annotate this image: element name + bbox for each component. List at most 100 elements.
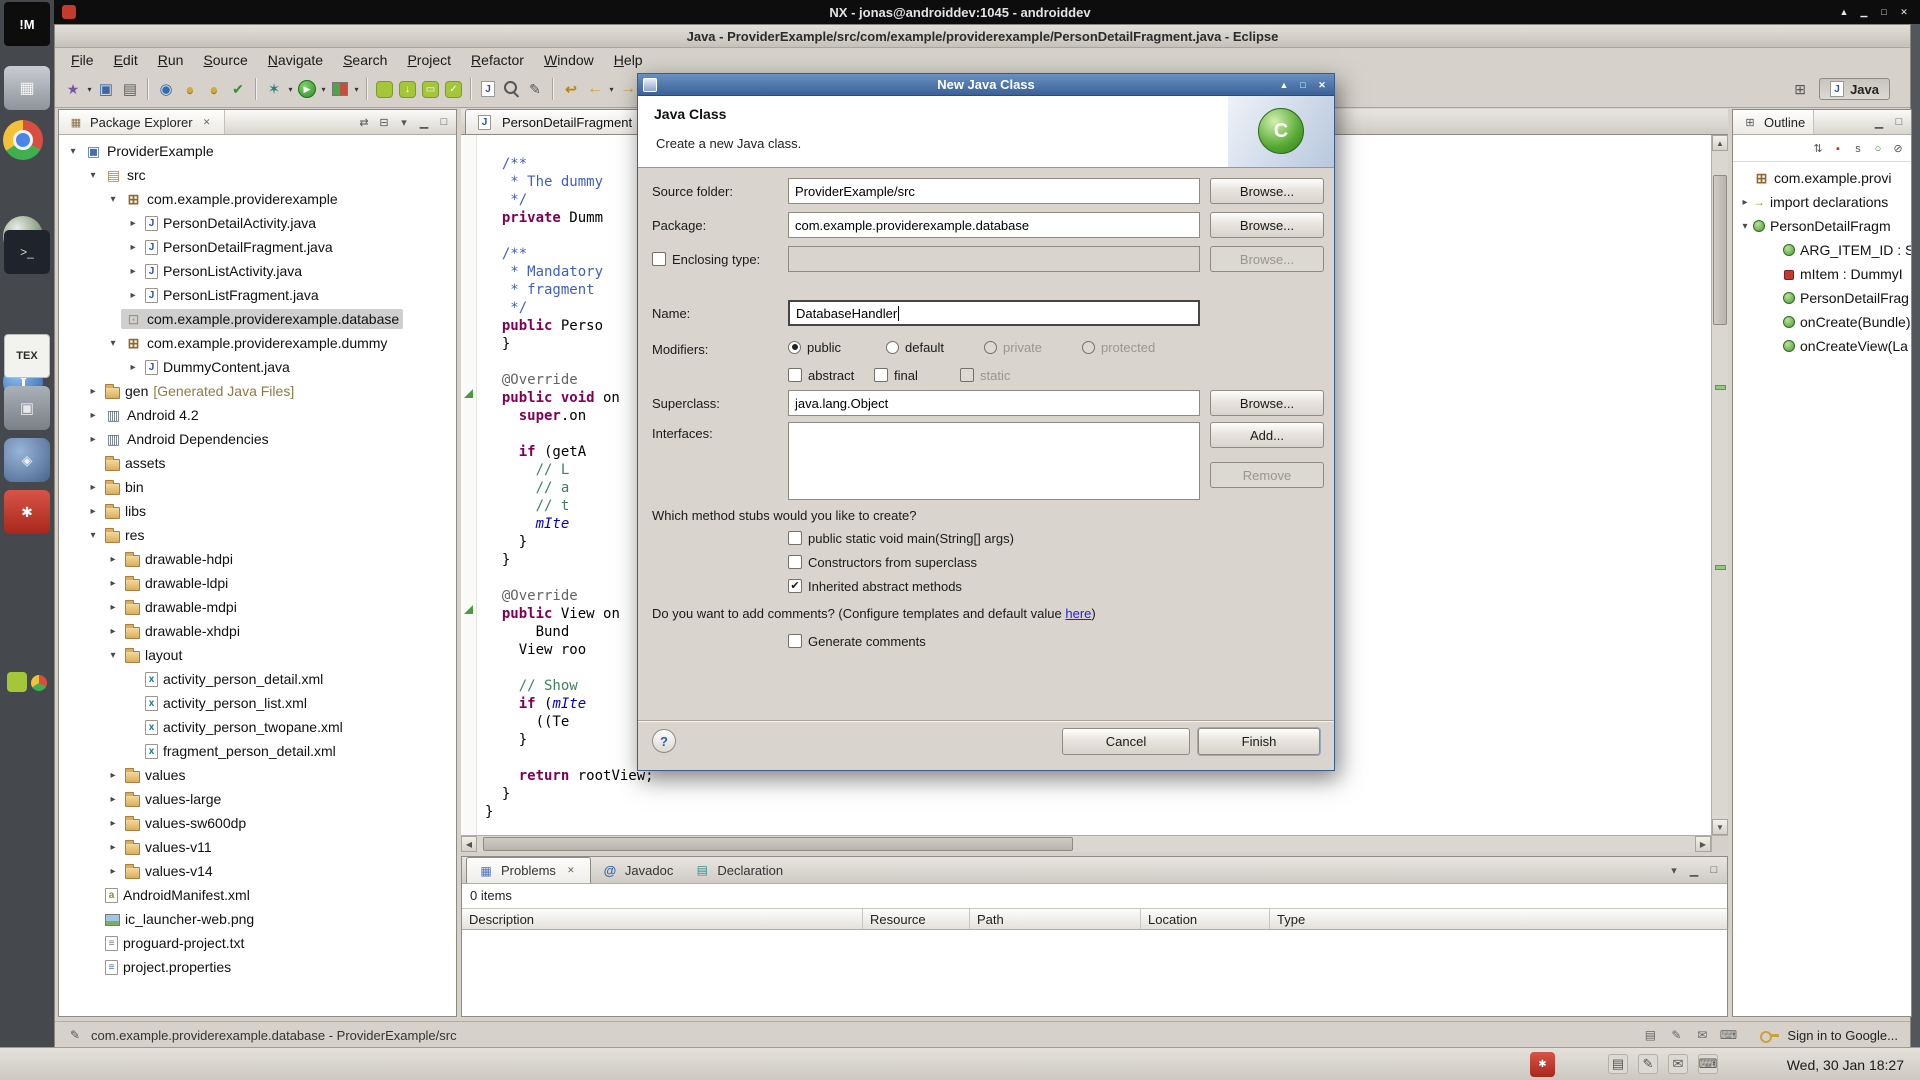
red-app-icon[interactable] — [4, 490, 50, 534]
expander-icon[interactable]: ▸ — [85, 434, 101, 445]
java-perspective-button[interactable]: Java — [1819, 78, 1890, 100]
superclass-input[interactable]: java.lang.Object — [788, 390, 1200, 416]
tree-item[interactable]: com.example.providerexample.database — [59, 307, 456, 331]
modifier-radio[interactable]: default — [886, 338, 984, 356]
override-marker-icon[interactable] — [464, 605, 473, 614]
column-header[interactable]: Location — [1141, 909, 1270, 929]
tree-item[interactable]: ▾ com.example.providerexample — [59, 187, 456, 211]
dropdown-caret-icon[interactable] — [319, 85, 328, 94]
bottom-view-tab[interactable]: Problems — [466, 857, 591, 883]
new-android-project-icon[interactable] — [376, 81, 393, 98]
save-icon[interactable] — [94, 77, 118, 101]
bottom-view-tab[interactable]: Javadoc — [591, 857, 683, 883]
expander-icon[interactable]: ▸ — [105, 626, 121, 637]
hide-non-public-members-icon[interactable] — [1869, 140, 1887, 158]
code-view[interactable]: /** * The dummy */ private Dumm /** * Ma… — [477, 135, 654, 835]
dialog-close-button[interactable] — [1314, 77, 1330, 93]
hide-local-types-icon[interactable] — [1889, 140, 1907, 158]
tree-item[interactable]: ▸ PersonDetailFragment.java — [59, 235, 456, 259]
verify-icon[interactable] — [226, 77, 250, 101]
scroll-down-icon[interactable] — [1712, 819, 1728, 835]
sign-in-google-button[interactable]: Sign in to Google... — [1760, 1028, 1898, 1043]
clock[interactable]: Wed, 30 Jan 18:27 — [1787, 1048, 1904, 1080]
print-icon[interactable] — [118, 77, 142, 101]
outline-item[interactable]: ▾ PersonDetailFragm — [1733, 214, 1911, 238]
override-marker-icon[interactable] — [464, 389, 473, 398]
scroll-up-icon[interactable] — [1712, 135, 1728, 151]
tray-icon-1[interactable] — [1608, 1054, 1628, 1074]
menu-item[interactable]: File — [61, 50, 104, 70]
tree-item[interactable]: ▸ PersonDetailActivity.java — [59, 211, 456, 235]
tree-item[interactable]: assets — [59, 451, 456, 475]
open-type-icon[interactable] — [481, 81, 495, 97]
tree-item[interactable]: ▸ values-large — [59, 787, 456, 811]
expander-icon[interactable]: ▸ — [85, 386, 101, 397]
interfaces-list[interactable] — [788, 422, 1200, 500]
expander-icon[interactable]: ▾ — [105, 650, 121, 661]
menu-item[interactable]: Navigate — [258, 50, 333, 70]
modifier-checkbox[interactable]: static — [960, 366, 1046, 384]
maximize-view-icon[interactable] — [435, 113, 453, 131]
overview-marker[interactable] — [1715, 385, 1726, 390]
tree-item[interactable]: ▸ drawable-ldpi — [59, 571, 456, 595]
modifier-radio[interactable]: private — [984, 338, 1082, 356]
chrome-browser-icon[interactable] — [3, 120, 43, 160]
tab-person-detail-fragment[interactable]: PersonDetailFragment — [465, 109, 645, 134]
browse-superclass-button[interactable]: Browse... — [1210, 390, 1324, 416]
tree-item[interactable]: ▸ values — [59, 763, 456, 787]
dropdown-caret-icon[interactable] — [352, 85, 361, 94]
expander-icon[interactable]: ▸ — [105, 794, 121, 805]
expander-icon[interactable]: ▾ — [105, 338, 121, 349]
column-header[interactable]: Type — [1270, 909, 1729, 929]
expander-icon[interactable]: ▾ — [85, 170, 101, 181]
edit-mode-icon[interactable] — [1668, 1027, 1684, 1043]
hide-fields-icon[interactable] — [1829, 140, 1847, 158]
source-folder-input[interactable]: ProviderExample/src — [788, 178, 1200, 204]
view-menu-icon[interactable] — [1665, 861, 1683, 879]
back-icon[interactable] — [583, 77, 607, 101]
tray-icon-2[interactable] — [1638, 1054, 1658, 1074]
expander-icon[interactable]: ▸ — [105, 554, 121, 565]
menu-item[interactable]: Edit — [104, 50, 148, 70]
expander-icon[interactable]: ▸ — [125, 362, 141, 373]
minimize-view-icon[interactable] — [1870, 113, 1888, 131]
column-header[interactable]: Description — [462, 909, 863, 929]
hide-static-members-icon[interactable] — [1849, 140, 1867, 158]
expander-icon[interactable]: ▸ — [105, 578, 121, 589]
tree-item[interactable]: ▸ bin — [59, 475, 456, 499]
package-input[interactable]: com.example.providerexample.database — [788, 212, 1200, 238]
browse-package-button[interactable]: Browse... — [1210, 212, 1324, 238]
tree-item[interactable]: ▸ DummyContent.java — [59, 355, 456, 379]
outline-item[interactable]: ▸ import declarations — [1733, 190, 1911, 214]
menu-item[interactable]: Search — [333, 50, 397, 70]
export-db-icon[interactable] — [178, 77, 202, 101]
add-interface-button[interactable]: Add... — [1210, 422, 1324, 448]
red-app-taskbar-icon[interactable] — [1530, 1052, 1555, 1077]
tree-item[interactable]: ▾ res — [59, 523, 456, 547]
view-menu-icon[interactable] — [395, 113, 413, 131]
link-with-editor-icon[interactable] — [355, 113, 373, 131]
terminal-icon[interactable] — [4, 230, 50, 274]
expander-icon[interactable]: ▾ — [85, 530, 101, 541]
scroll-left-icon[interactable] — [461, 836, 477, 852]
tree-item[interactable]: fragment_person_detail.xml — [59, 739, 456, 763]
collapse-all-icon[interactable] — [375, 113, 393, 131]
menu-item[interactable]: Project — [397, 50, 461, 70]
tree-item[interactable]: ▸ PersonListFragment.java — [59, 283, 456, 307]
outline-item[interactable]: onCreateView(La ▲ — [1733, 334, 1911, 358]
minimize-view-icon[interactable] — [1685, 861, 1703, 879]
tree-item[interactable]: project.properties — [59, 955, 456, 979]
horizontal-scroll-thumb[interactable] — [483, 837, 1073, 851]
texmaker-icon[interactable] — [4, 334, 50, 378]
sync-icon[interactable] — [154, 77, 178, 101]
annotation-icon[interactable] — [523, 77, 547, 101]
configure-templates-link[interactable]: here — [1065, 606, 1091, 621]
android-lint-icon[interactable] — [445, 81, 462, 98]
tree-item[interactable]: activity_person_list.xml — [59, 691, 456, 715]
editor-horizontal-scrollbar[interactable] — [461, 835, 1711, 852]
tab-outline[interactable]: Outline — [1733, 110, 1814, 134]
tree-item[interactable]: activity_person_detail.xml — [59, 667, 456, 691]
finish-button[interactable]: Finish — [1198, 728, 1320, 755]
tree-item[interactable]: ▸ PersonListActivity.java — [59, 259, 456, 283]
generate-comments-option[interactable]: Generate comments — [788, 632, 926, 650]
